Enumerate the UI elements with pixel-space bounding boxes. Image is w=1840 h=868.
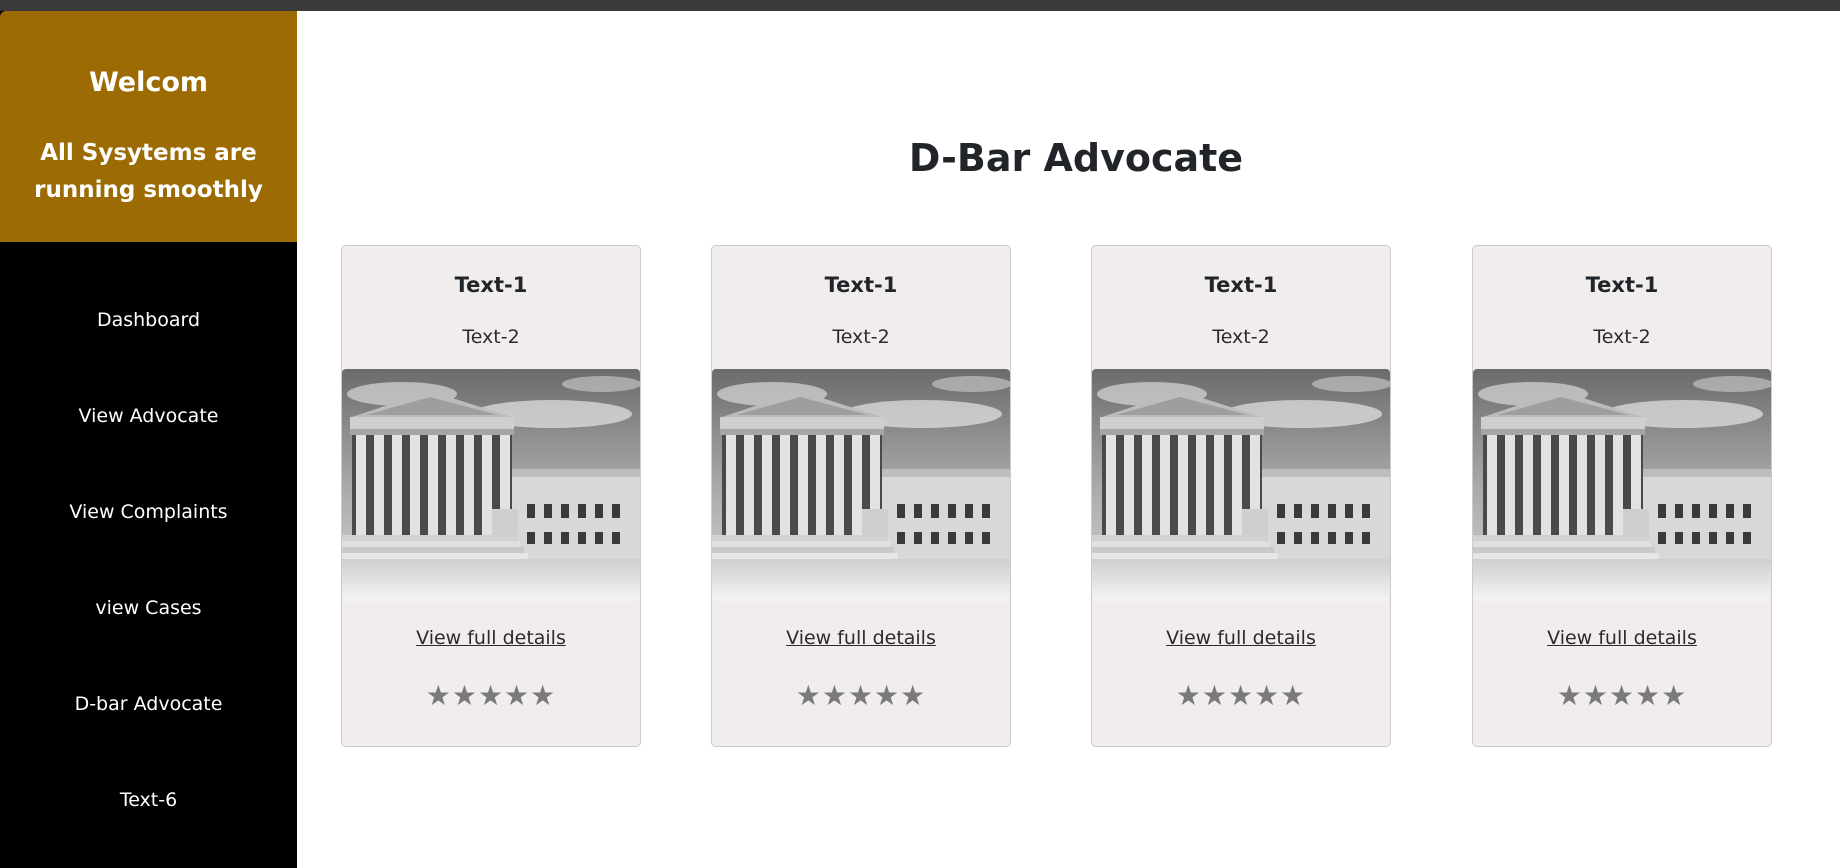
star-icon[interactable]: ★ — [530, 679, 556, 712]
nav-dashboard[interactable]: Dashboard — [0, 307, 297, 333]
view-full-details-link[interactable]: View full details — [1166, 627, 1316, 649]
rating-stars: ★★★★★ — [712, 679, 1010, 713]
star-icon[interactable]: ★ — [874, 679, 900, 712]
star-icon[interactable]: ★ — [1661, 679, 1687, 712]
welcome-heading: Welcom — [88, 67, 209, 98]
nav-view-advocate[interactable]: View Advocate — [0, 403, 297, 429]
star-icon[interactable]: ★ — [1635, 679, 1661, 712]
star-icon[interactable]: ★ — [1609, 679, 1635, 712]
view-full-details-link[interactable]: View full details — [786, 627, 936, 649]
card-subtitle: Text-2 — [1593, 326, 1651, 348]
card-title: Text-1 — [1204, 273, 1278, 297]
courthouse-image — [342, 369, 640, 601]
card-subtitle: Text-2 — [1212, 326, 1270, 348]
courthouse-image — [712, 369, 1010, 601]
card-title: Text-1 — [824, 273, 898, 297]
nav-text-6[interactable]: Text-6 — [0, 787, 297, 813]
rating-stars: ★★★★★ — [1473, 679, 1771, 713]
star-icon[interactable]: ★ — [900, 679, 926, 712]
courthouse-image — [1473, 369, 1771, 601]
star-icon[interactable]: ★ — [1228, 679, 1254, 712]
star-icon[interactable]: ★ — [848, 679, 874, 712]
view-full-details-link[interactable]: View full details — [1547, 627, 1697, 649]
page-title: D-Bar Advocate — [908, 136, 1244, 180]
star-icon[interactable]: ★ — [822, 679, 848, 712]
view-full-details-link[interactable]: View full details — [416, 627, 566, 649]
card-subtitle: Text-2 — [462, 326, 520, 348]
rating-stars: ★★★★★ — [1092, 679, 1390, 713]
star-icon[interactable]: ★ — [1280, 679, 1306, 712]
advocate-card: Text-1 Text-2 View full details ★★★★★ — [341, 245, 641, 747]
star-icon[interactable]: ★ — [504, 679, 530, 712]
star-icon[interactable]: ★ — [1176, 679, 1202, 712]
card-title: Text-1 — [1585, 273, 1659, 297]
rating-stars: ★★★★★ — [342, 679, 640, 713]
star-icon[interactable]: ★ — [1202, 679, 1228, 712]
system-status-text: All Sysytems are running smoothly — [34, 140, 263, 203]
star-icon[interactable]: ★ — [1557, 679, 1583, 712]
advocate-card: Text-1 Text-2 View full details ★★★★★ — [1472, 245, 1772, 747]
card-subtitle: Text-2 — [832, 326, 890, 348]
nav-view-complaints[interactable]: View Complaints — [0, 499, 297, 525]
star-icon[interactable]: ★ — [452, 679, 478, 712]
advocate-card: Text-1 Text-2 View full details ★★★★★ — [711, 245, 1011, 747]
star-icon[interactable]: ★ — [1254, 679, 1280, 712]
star-icon[interactable]: ★ — [796, 679, 822, 712]
sidebar: Welcom All Sysytems are running smoothly… — [0, 11, 297, 868]
star-icon[interactable]: ★ — [426, 679, 452, 712]
nav-d-bar-advocate[interactable]: D-bar Advocate — [0, 691, 297, 717]
sidebar-header: Welcom All Sysytems are running smoothly — [0, 11, 297, 242]
browser-top-bar — [0, 0, 1840, 11]
courthouse-image — [1092, 369, 1390, 601]
advocate-card: Text-1 Text-2 View full details ★★★★★ — [1091, 245, 1391, 747]
star-icon[interactable]: ★ — [1583, 679, 1609, 712]
star-icon[interactable]: ★ — [478, 679, 504, 712]
nav-view-cases[interactable]: view Cases — [0, 595, 297, 621]
card-title: Text-1 — [454, 273, 528, 297]
